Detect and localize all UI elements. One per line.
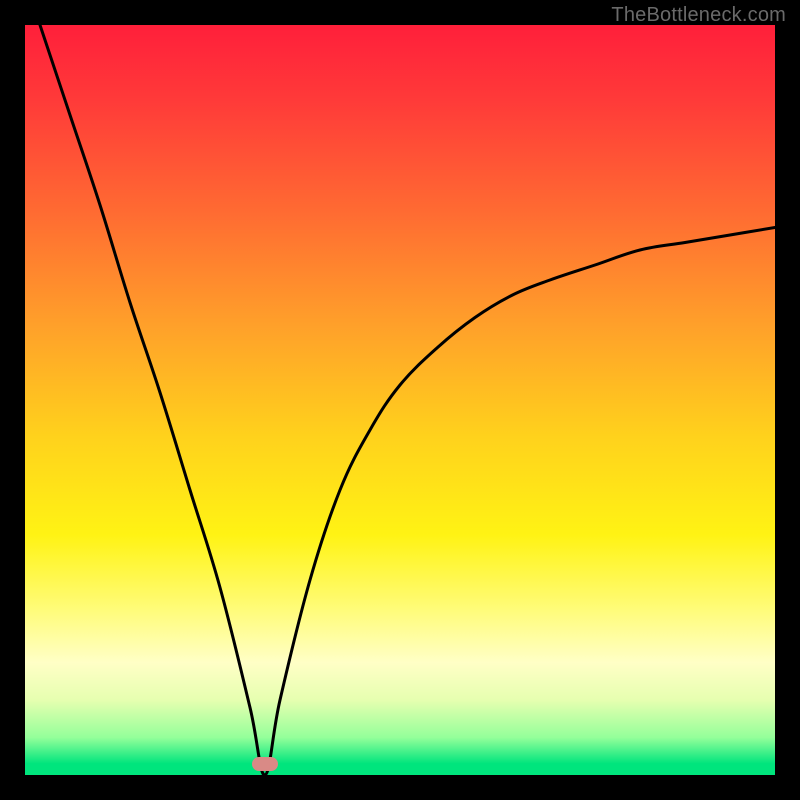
optimal-point-marker — [252, 757, 278, 771]
background-gradient — [25, 25, 775, 775]
watermark-text: TheBottleneck.com — [611, 4, 786, 27]
chart-frame — [25, 25, 775, 775]
